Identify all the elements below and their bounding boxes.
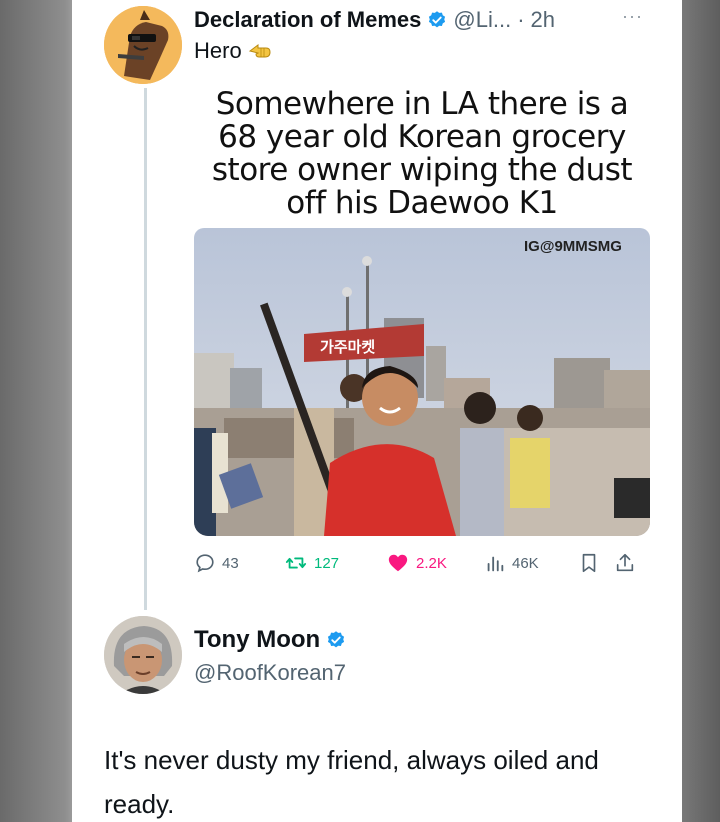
time-separator: · xyxy=(517,7,525,32)
verified-badge-icon xyxy=(429,11,446,28)
reply-handle[interactable]: @RoofKorean7 xyxy=(194,660,346,686)
meme-watermark: IG@9MMSMG xyxy=(524,238,622,255)
tweet-text-content: Hero xyxy=(194,38,242,63)
reply-action[interactable]: 43 xyxy=(194,552,239,574)
author-display-name[interactable]: Declaration of Memes xyxy=(194,7,421,33)
bookmark-action[interactable] xyxy=(578,552,600,574)
reply-author-avatar[interactable] xyxy=(104,616,182,694)
verified-badge-icon xyxy=(328,631,345,648)
reply-text: It's never dusty my friend, always oiled… xyxy=(104,745,599,819)
share-action[interactable] xyxy=(614,552,636,574)
tweet-card: Declaration of Memes @Li... · 2h ··· Her… xyxy=(72,0,682,822)
tweet-text: Hero xyxy=(194,38,274,64)
heart-icon xyxy=(388,554,408,572)
like-action[interactable]: 2.2K xyxy=(386,552,447,574)
reply-display-name[interactable]: Tony Moon xyxy=(194,626,320,654)
tweet-media[interactable]: Somewhere in LA there is a 68 year old K… xyxy=(194,86,650,536)
tweet-header: Declaration of Memes @Li... · 2h xyxy=(194,6,555,34)
horse-avatar-icon xyxy=(104,6,182,84)
tweet-time[interactable]: 2h xyxy=(531,7,555,33)
pointing-hand-icon xyxy=(248,44,271,58)
share-icon xyxy=(616,553,634,572)
reply-header: Tony Moon xyxy=(194,626,346,654)
man-portrait-avatar-icon xyxy=(104,616,182,694)
store-sign-text: 가주마켓 xyxy=(320,338,375,356)
reply-count: 43 xyxy=(222,554,239,572)
meme-caption: Somewhere in LA there is a 68 year old K… xyxy=(211,86,633,221)
retweet-icon xyxy=(285,557,307,569)
retweet-action[interactable]: 127 xyxy=(284,552,339,574)
like-count: 2.2K xyxy=(416,554,447,572)
meme-photo: 가주마켓 IG@9MMSMG xyxy=(194,228,650,536)
rooftop-photo-image: 가주마켓 xyxy=(194,228,650,536)
bookmark-icon xyxy=(582,553,596,573)
tweet-actions: 43 127 2.2K 46K xyxy=(194,552,654,578)
views-bar-chart-icon xyxy=(487,556,504,572)
views-count: 46K xyxy=(512,554,539,572)
thread-line xyxy=(144,88,147,610)
more-options-icon[interactable]: ··· xyxy=(622,6,643,27)
retweet-count: 127 xyxy=(314,554,340,572)
author-avatar[interactable] xyxy=(104,6,182,84)
author-handle[interactable]: @Li... xyxy=(453,7,511,33)
reply-icon xyxy=(196,554,214,573)
views-action[interactable]: 46K xyxy=(484,552,539,574)
